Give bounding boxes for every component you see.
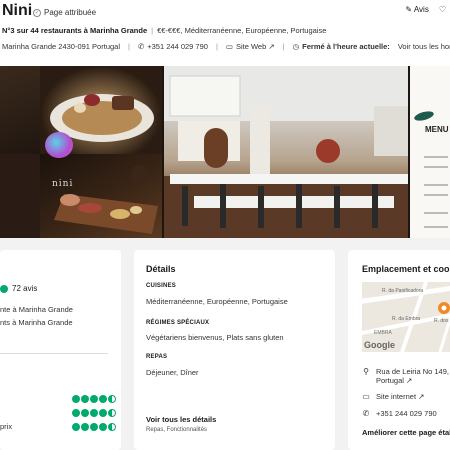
map[interactable]: R. da Panificadora R. da Embra EMBRA R. …	[362, 282, 450, 352]
phone-link[interactable]: ✆ +351 244 029 790	[138, 42, 208, 51]
diets-value: Végétariens bienvenus, Plats sans gluten	[146, 333, 284, 342]
gallery-photo[interactable]	[0, 154, 40, 238]
rating-bubbles	[72, 409, 116, 417]
website-link[interactable]: ▭ Site Web ↗	[226, 42, 275, 51]
location-heading: Emplacement et coordo	[362, 264, 450, 274]
rating-summary[interactable]: 72 avis	[0, 284, 37, 293]
meals-value: Déjeuner, Dîner	[146, 368, 199, 377]
separator: |	[128, 42, 130, 51]
hours-link[interactable]: Voir tous les horaires	[398, 42, 450, 51]
rating-dot	[90, 395, 98, 403]
rating-dot	[0, 284, 8, 293]
location-card: Emplacement et coordo R. da Panificadora…	[348, 250, 450, 450]
map-area-label: EMBRA	[374, 330, 392, 336]
ranking-row: N°3 sur 44 restaurants à Marinha Grande |…	[2, 26, 326, 35]
phone-icon: ✆	[137, 42, 145, 51]
phone-link: +351 244 029 790	[376, 409, 437, 418]
rating-dot	[81, 423, 89, 431]
rating-dot	[72, 395, 80, 403]
rating-dot-half	[108, 395, 116, 403]
gallery-photo-board[interactable]	[40, 154, 162, 238]
logo-blob	[45, 132, 73, 158]
menu-line	[424, 156, 448, 158]
menu-line	[424, 166, 448, 168]
menu-line	[424, 212, 448, 214]
separator: |	[151, 26, 154, 35]
phone-row[interactable]: ✆ +351 244 029 790	[362, 409, 437, 418]
gallery-photo-dining-room[interactable]	[164, 66, 410, 238]
clock-icon: ◷	[292, 42, 300, 51]
rating-bubbles	[72, 395, 116, 403]
menu-leaf-icon	[414, 111, 434, 121]
meals-label: REPAS	[146, 354, 168, 360]
hours-row: ◷ Fermé à l'heure actuelle:	[293, 42, 390, 51]
phone-icon: ✆	[362, 409, 370, 418]
hours-status: Fermé à l'heure actuelle:	[302, 42, 390, 51]
write-review-button[interactable]: ✎ Avis	[405, 5, 428, 14]
cuisines-label: CUISINES	[146, 283, 176, 289]
diets-label: RÉGIMES SPÉCIAUX	[146, 320, 210, 326]
price-cuisine[interactable]: €€-€€€, Méditerranéenne, Européenne, Por…	[157, 26, 326, 35]
menu-line	[424, 226, 448, 228]
separator: |	[215, 42, 218, 51]
details-card: Détails CUISINES Méditerranéenne, Europé…	[134, 250, 335, 450]
menu-line	[424, 194, 448, 196]
ratings-card: 72 avis nte à Marinha Grande nts à Marin…	[0, 250, 121, 450]
address-row[interactable]: ⚲ Rua de Leiria No 149, MaPortugal ↗	[362, 367, 450, 385]
photo-gallery[interactable]: nini MENU	[0, 66, 450, 238]
rating-dot-half	[108, 409, 116, 417]
see-all-details-sub: Repas, Fonctionnalités	[146, 427, 208, 433]
see-all-details-link[interactable]: Voir tous les détails	[146, 415, 216, 424]
cuisines-value: Méditerranéenne, Européenne, Portugaise	[146, 297, 288, 306]
rating-dot	[99, 409, 107, 417]
menu-title: MENU	[425, 125, 449, 134]
location-pin-icon: ⚲	[363, 367, 369, 376]
check-icon: ✓	[33, 8, 41, 17]
attributed-badge[interactable]: ✓ Page attribuée	[33, 8, 96, 17]
board-illustration	[54, 165, 158, 234]
rating-dot	[90, 409, 98, 417]
review-count: 72 avis	[12, 284, 38, 293]
rating-dot-half	[108, 423, 116, 431]
map-street-label: R. da Panificadora	[382, 288, 424, 294]
header: Nini ✓ Page attribuée ✎ Avis ♡ N°3 sur 4…	[0, 0, 450, 66]
rank-line[interactable]: nts à Marinha Grande	[0, 318, 73, 327]
laptop-icon: ▭	[225, 42, 233, 51]
improve-listing-link[interactable]: Améliorer cette page établi	[362, 428, 450, 437]
restaurant-logo: nini	[52, 179, 74, 189]
rating-dot	[90, 423, 98, 431]
rating-dot	[81, 409, 89, 417]
rating-dot	[99, 423, 107, 431]
laptop-icon: ▭	[362, 392, 370, 401]
address-link[interactable]: Marinha Grande 2430-091 Portugal	[2, 42, 120, 51]
rating-dot	[72, 409, 80, 417]
heart-icon[interactable]: ♡	[439, 5, 446, 14]
website-row[interactable]: ▭ Site internet ↗	[362, 392, 424, 401]
header-actions: ✎ Avis ♡	[405, 5, 446, 14]
details-heading: Détails	[146, 264, 176, 274]
dining-room-illustration	[164, 66, 410, 238]
address-line: Rua de Leiria No 149, Ma	[376, 367, 450, 376]
website-link: Site internet ↗	[376, 392, 425, 401]
rating-dot	[81, 395, 89, 403]
separator: |	[282, 42, 285, 51]
gallery-photo[interactable]	[0, 66, 40, 154]
rating-bubbles	[72, 423, 116, 431]
map-street-label: R. dos	[434, 318, 449, 324]
rating-dot	[99, 395, 107, 403]
rating-dot	[72, 423, 80, 431]
page-title: Nini	[2, 2, 33, 19]
contact-row: Marinha Grande 2430-091 Portugal | ✆ +351 …	[2, 42, 450, 51]
divider	[0, 353, 108, 354]
rank-line[interactable]: nte à Marinha Grande	[0, 305, 73, 314]
map-street-label: R. da Embra	[392, 316, 421, 322]
attributed-label: Page attribuée	[44, 8, 97, 17]
pencil-icon: ✎	[405, 5, 413, 14]
price-rating-label: prix	[0, 422, 13, 431]
ranking-link[interactable]: N°3 sur 44 restaurants à Marinha Grande	[2, 26, 147, 35]
address-line: Portugal ↗	[376, 376, 413, 385]
map-logo: Google	[364, 340, 395, 350]
menu-line	[424, 184, 448, 186]
